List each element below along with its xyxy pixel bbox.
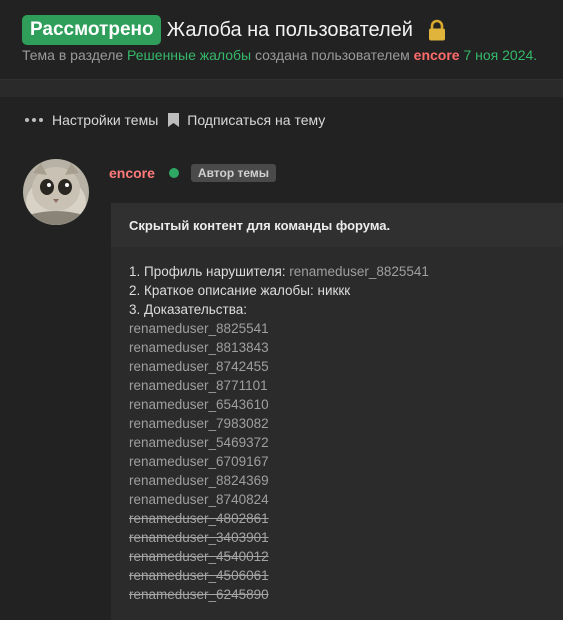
evidence-link[interactable]: renameduser_5469372 bbox=[129, 433, 429, 452]
violator-label: 1. Профиль нарушителя: bbox=[129, 264, 286, 279]
violator-profile-line: 1. Профиль нарушителя: renameduser_88255… bbox=[129, 262, 429, 281]
more-dots-icon bbox=[25, 118, 43, 122]
thread-meta: Тема в разделе Решенные жалобы создана п… bbox=[22, 47, 537, 63]
post-content: 1. Профиль нарушителя: renameduser_88255… bbox=[129, 262, 429, 604]
thread-date[interactable]: 7 ноя 2024. bbox=[463, 47, 537, 63]
page-title: Жалоба на пользователей bbox=[166, 18, 413, 41]
complaint-description: 2. Краткое описание жалобы: никкк bbox=[129, 283, 351, 298]
post-author-row: encore Автор темы bbox=[109, 164, 277, 182]
bookmark-icon bbox=[168, 113, 180, 127]
author-badge: Автор темы bbox=[190, 164, 277, 182]
evidence-link[interactable]: renameduser_8824369 bbox=[129, 471, 429, 490]
hidden-content-box: Скрытый контент для команды форума. bbox=[111, 203, 563, 247]
evidence-link[interactable]: renameduser_8771101 bbox=[129, 376, 429, 395]
evidence-link[interactable]: renameduser_6709167 bbox=[129, 452, 429, 471]
subscribe-button[interactable]: Подписаться на тему bbox=[187, 112, 325, 128]
meta-prefix: Тема в разделе bbox=[22, 47, 124, 63]
section-link[interactable]: Решенные жалобы bbox=[127, 47, 251, 63]
status-badge: Рассмотрено bbox=[22, 15, 161, 45]
evidence-link[interactable]: renameduser_8825541 bbox=[129, 319, 429, 338]
evidence-link-struck[interactable]: renameduser_3403901 bbox=[129, 528, 429, 547]
violator-link[interactable]: renameduser_8825541 bbox=[289, 264, 429, 279]
thread-header: Рассмотрено Жалоба на пользователей bbox=[22, 15, 447, 45]
post-author-name[interactable]: encore bbox=[109, 165, 155, 181]
evidence-link-struck[interactable]: renameduser_4802861 bbox=[129, 509, 429, 528]
thread-settings-button[interactable]: Настройки темы bbox=[52, 112, 158, 128]
evidence-link[interactable]: renameduser_8742455 bbox=[129, 357, 429, 376]
evidence-link-struck[interactable]: renameduser_6245890 bbox=[129, 585, 429, 604]
online-status-icon bbox=[168, 168, 179, 178]
evidence-link-struck[interactable]: renameduser_4506061 bbox=[129, 566, 429, 585]
evidence-link[interactable]: renameduser_7983082 bbox=[129, 414, 429, 433]
thread-author-link[interactable]: encore bbox=[414, 47, 460, 63]
avatar[interactable] bbox=[23, 159, 89, 225]
header-divider-panel bbox=[0, 79, 563, 97]
meta-middle: создана пользователем bbox=[255, 47, 410, 63]
evidence-link[interactable]: renameduser_8740824 bbox=[129, 490, 429, 509]
evidence-link-struck[interactable]: renameduser_4540012 bbox=[129, 547, 429, 566]
evidence-link[interactable]: renameduser_6543610 bbox=[129, 395, 429, 414]
evidence-heading: 3. Доказательства: bbox=[129, 302, 247, 317]
evidence-link[interactable]: renameduser_8813843 bbox=[129, 338, 429, 357]
hidden-content-notice: Скрытый контент для команды форума. bbox=[129, 217, 391, 233]
lock-icon bbox=[427, 19, 447, 41]
thread-actions: Настройки темы Подписаться на тему bbox=[25, 112, 325, 128]
